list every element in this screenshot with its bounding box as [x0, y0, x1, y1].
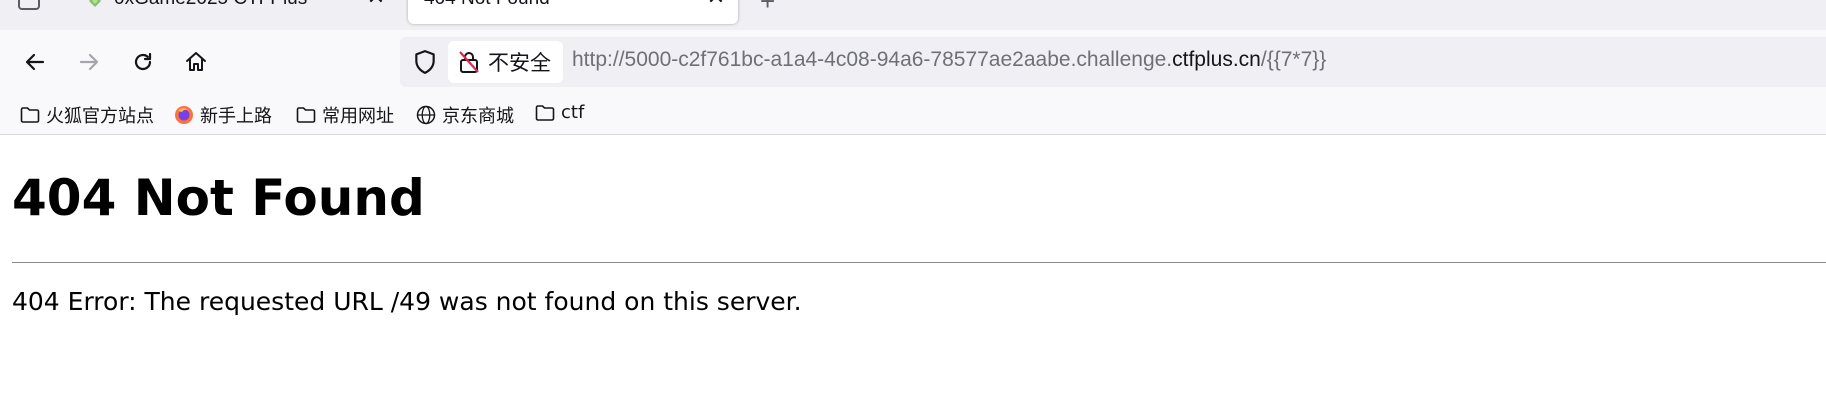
- url-prefix: http://5000-c2f761bc-a1a4-4c08-94a6-7857…: [572, 48, 1173, 71]
- bookmark-label: 京东商城: [442, 106, 514, 127]
- bookmark-getting-started[interactable]: 新手上路: [174, 102, 272, 128]
- reload-button[interactable]: [125, 44, 161, 80]
- forward-button[interactable]: [71, 44, 107, 80]
- bookmark-label: 新手上路: [200, 106, 272, 127]
- bookmark-label: 火狐官方站点: [46, 106, 154, 127]
- page-content: 404 Not Found 404 Error: The requested U…: [0, 135, 1826, 406]
- page-heading: 404 Not Found: [12, 169, 425, 227]
- bookmark-ctf[interactable]: ctf: [535, 102, 584, 123]
- firefox-icon: [175, 106, 193, 124]
- security-label: 不安全: [488, 51, 551, 75]
- tab-close-icon[interactable]: ✕: [366, 0, 386, 10]
- folder-icon: [20, 107, 40, 123]
- bookmarks-toolbar: 火狐官方站点 新手上路 常用网址 京东商城 ctf: [0, 94, 1826, 135]
- bookmark-label: ctf: [561, 102, 585, 123]
- back-arrow-icon: [25, 53, 45, 71]
- nav-toolbar: 不安全 http://5000-c2f761bc-a1a4-4c08-94a6-…: [0, 30, 1826, 94]
- insecure-lock-icon: [459, 51, 479, 73]
- bookmark-jd-mall[interactable]: 京东商城: [416, 102, 514, 128]
- bookmark-firefox-official[interactable]: 火狐官方站点: [20, 102, 154, 128]
- tab-overview-icon[interactable]: [18, 0, 40, 10]
- bookmark-common-sites[interactable]: 常用网址: [296, 102, 394, 128]
- url-path: /{{7*7}}: [1260, 48, 1327, 71]
- ctfplus-favicon-icon: [89, 0, 101, 7]
- forward-arrow-icon: [79, 53, 99, 71]
- bookmark-label: 常用网址: [322, 106, 394, 127]
- url-host: ctfplus.cn: [1172, 48, 1261, 71]
- tracking-protection-shield-icon[interactable]: [412, 49, 438, 75]
- globe-icon: [416, 105, 436, 125]
- tab-0xgame[interactable]: 0xGame2025 CTFPlus ✕: [70, 0, 398, 24]
- home-icon: [186, 52, 206, 71]
- url-bar[interactable]: 不安全 http://5000-c2f761bc-a1a4-4c08-94a6-…: [400, 37, 1826, 87]
- error-message: 404 Error: The requested URL /49 was not…: [12, 287, 802, 316]
- url-text[interactable]: http://5000-c2f761bc-a1a4-4c08-94a6-7857…: [572, 48, 1326, 72]
- home-button[interactable]: [178, 44, 214, 80]
- new-tab-icon[interactable]: +: [760, 0, 775, 17]
- folder-icon: [296, 107, 316, 123]
- folder-icon: [535, 104, 555, 121]
- horizontal-rule: [12, 262, 1826, 263]
- site-security-indicator[interactable]: 不安全: [448, 41, 563, 83]
- back-button[interactable]: [17, 44, 53, 80]
- tab-title: 0xGame2025 CTFPlus: [114, 0, 366, 10]
- reload-icon: [134, 52, 152, 71]
- tab-title: 404 Not Found: [424, 0, 706, 10]
- tab-404-not-found[interactable]: 404 Not Found ✕: [408, 0, 738, 24]
- tab-close-icon[interactable]: ✕: [706, 0, 726, 10]
- tab-strip: 0xGame2025 CTFPlus ✕ 404 Not Found ✕ +: [0, 0, 1826, 30]
